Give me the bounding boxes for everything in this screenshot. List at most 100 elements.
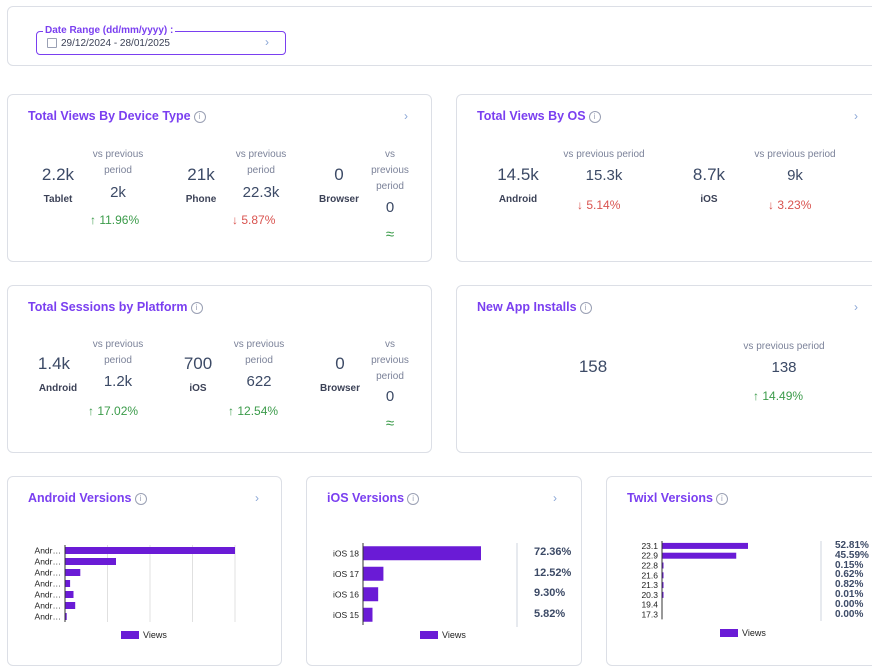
percent-label: 5.82% [534, 607, 566, 620]
metric-value: 1.4k [37, 354, 71, 373]
previous-value: 15.3k [585, 167, 623, 184]
category-label: Andr… [35, 590, 61, 600]
bar[interactable] [662, 542, 748, 549]
category-label: iOS 17 [333, 569, 359, 579]
twixl-versions-card: Twixl Versions i 23.1 22.9 22.8 21.6 21.3 20.3… [606, 476, 872, 666]
arrow-down-icon: ↓ [577, 198, 583, 212]
previous-value: 9k [787, 167, 803, 184]
previous-value: 1.2k [103, 373, 133, 390]
category-label: iOS 16 [333, 589, 359, 599]
category-label: Andr… [35, 601, 61, 611]
os-card: Total Views By OS i › 14.5k Android vs pr… [456, 94, 872, 262]
vs-label: vs previous period [371, 149, 409, 192]
bar[interactable] [65, 591, 74, 598]
chevron-right-icon: › [265, 35, 269, 49]
bar[interactable] [363, 607, 373, 622]
chevron-right-icon[interactable]: › [255, 491, 259, 505]
bar[interactable] [65, 580, 71, 587]
metric-value: 21k [187, 165, 215, 184]
info-icon[interactable]: i [407, 493, 420, 505]
info-icon[interactable]: i [715, 493, 728, 505]
percent-label: 45.59% [835, 549, 869, 561]
approx-equal-icon: ≈ [385, 226, 395, 243]
info-icon[interactable]: i [193, 111, 206, 123]
metric-value: 2.2k [41, 165, 75, 184]
chevron-right-icon[interactable]: › [854, 300, 858, 314]
percent-label: 12.52% [534, 566, 572, 579]
card-title: Total Views By Device Type i [28, 109, 206, 123]
arrow-up-icon: ↑ [90, 213, 96, 227]
metric-value: 8.7k [692, 165, 726, 184]
vs-label: vs previous period [371, 339, 409, 382]
bar[interactable] [363, 566, 384, 581]
chart-legend: Views [420, 630, 466, 640]
metric-label: Android [498, 194, 538, 205]
calendar-icon [47, 38, 57, 48]
vs-label: vs previous period [92, 149, 144, 176]
change-up: ↑ 11.96% [90, 213, 140, 227]
category-label: 20.3 [641, 590, 658, 600]
vs-label: vs previous period [563, 149, 645, 160]
info-icon[interactable]: i [134, 493, 147, 505]
change-down: ↓ 3.23% [768, 198, 812, 212]
previous-value: 2k [110, 184, 126, 201]
category-label: Andr… [35, 557, 61, 567]
chevron-right-icon[interactable]: › [553, 491, 557, 505]
chart-legend: Views [121, 630, 167, 640]
ios-versions-card: iOS Versions i › iOS 18 iOS 17 iOS 16 iOS 15… [306, 476, 582, 666]
previous-value: 0 [385, 388, 395, 405]
chevron-right-icon[interactable]: › [404, 109, 408, 123]
bar[interactable] [65, 569, 81, 576]
bar[interactable] [662, 552, 737, 559]
percent-label: 0.00% [835, 598, 864, 610]
card-title: Total Views By OS i [477, 109, 601, 123]
category-label: 17.3 [641, 610, 658, 620]
chart-legend: Views [720, 628, 766, 638]
legend-swatch [420, 631, 438, 639]
card-title: Twixl Versions i [627, 491, 728, 505]
card-title: Total Sessions by Platform i [28, 300, 203, 314]
metric-value: 0 [334, 165, 344, 184]
bar[interactable] [65, 547, 235, 554]
metric-label: Phone [185, 194, 217, 205]
percent-label: 72.36% [534, 546, 572, 558]
bar[interactable] [363, 587, 379, 602]
info-icon[interactable]: i [588, 111, 601, 123]
bar[interactable] [65, 558, 116, 565]
metric-label: iOS [189, 383, 207, 394]
legend-swatch [720, 629, 738, 637]
percent-label: 9.30% [534, 587, 566, 599]
previous-value: 22.3k [242, 184, 280, 201]
arrow-down-icon: ↓ [768, 198, 774, 212]
percent-label: 0.01% [835, 589, 864, 600]
category-label: 22.8 [641, 561, 658, 571]
percent-label: 0.00% [835, 608, 864, 620]
date-range-picker[interactable]: Date Range (dd/mm/yyyy) : 29/12/2024 - 2… [36, 25, 286, 55]
card-title: iOS Versions i [327, 491, 420, 505]
change-up: ↑ 12.54% [228, 404, 279, 418]
change-up: ↑ 17.02% [88, 404, 139, 418]
sessions-card: Total Sessions by Platform i 1.4k Android… [7, 285, 432, 453]
info-icon[interactable]: i [190, 302, 203, 314]
chevron-right-icon[interactable]: › [854, 109, 858, 123]
vs-label: vs previous period [754, 149, 836, 160]
arrow-down-icon: ↓ [232, 213, 238, 227]
twixl-versions-chart: 23.122.922.821.621.320.319.417.3 [641, 541, 822, 621]
category-label: 19.4 [641, 600, 658, 610]
vs-label: vs previous period [743, 341, 825, 352]
category-label: iOS 15 [333, 610, 359, 620]
ios-versions-chart: iOS 18 iOS 17 iOS 16 iOS 15 [333, 543, 518, 627]
info-icon[interactable]: i [579, 302, 592, 314]
category-label: Andr… [35, 546, 61, 556]
card-title: Android Versions i [28, 491, 147, 505]
metric-value: 700 [183, 354, 213, 373]
vs-label: vs previous period [233, 339, 285, 366]
category-label: Andr… [35, 579, 61, 589]
android-versions-card: Android Versions i › Andr… Andr… Andr… Andr…… [7, 476, 282, 666]
metric-label: Browser [318, 194, 359, 205]
previous-value: 0 [385, 199, 395, 216]
bar[interactable] [65, 602, 76, 609]
percent-label: 0.82% [835, 579, 864, 591]
bar[interactable] [363, 546, 481, 561]
category-label: 22.9 [641, 551, 658, 561]
